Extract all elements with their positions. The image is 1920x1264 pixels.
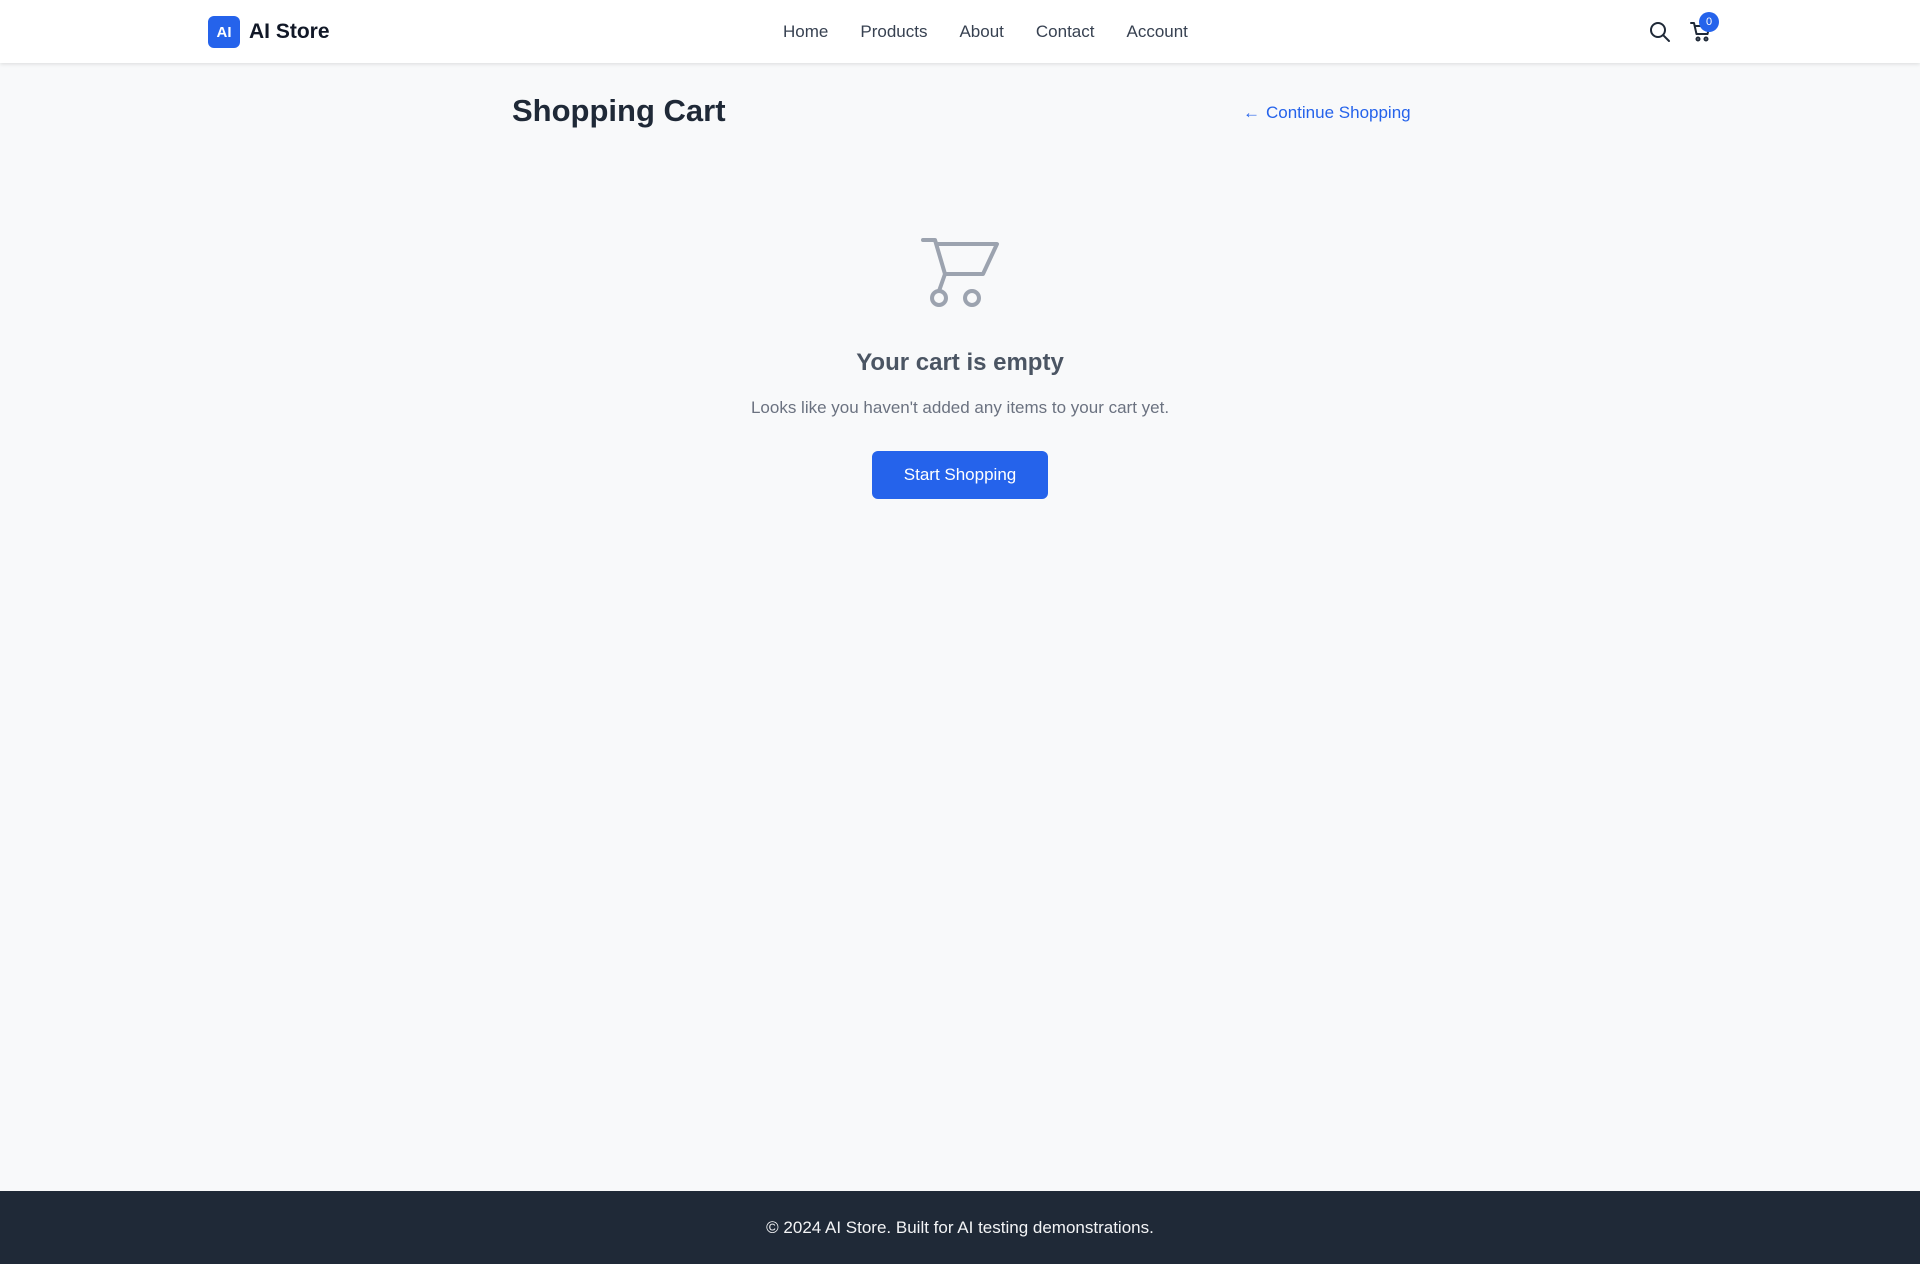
brand-logo[interactable]: AI AI Store [208,16,330,48]
empty-cart-title: Your cart is empty [856,349,1064,376]
footer: © 2024 AI Store. Built for AI testing de… [0,1191,1920,1264]
empty-cart-icon [920,236,1000,312]
nav-link-products[interactable]: Products [860,22,927,42]
navbar: AI AI Store Home Products About Contact … [0,0,1920,63]
cart-count-badge: 0 [1699,12,1719,32]
page-title: Shopping Cart [512,93,726,128]
empty-cart-message: Looks like you haven't added any items t… [750,398,1170,417]
brand-name: AI Store [249,20,330,43]
nav-link-home[interactable]: Home [783,22,828,42]
arrow-left-icon: ← [1243,103,1260,122]
nav-link-about[interactable]: About [959,22,1003,42]
search-icon[interactable] [1648,20,1672,44]
start-shopping-button[interactable]: Start Shopping [872,451,1048,499]
nav-link-contact[interactable]: Contact [1036,22,1095,42]
brand-badge: AI [208,16,240,48]
nav-link-account[interactable]: Account [1126,22,1187,42]
continue-shopping-label: Continue Shopping [1266,103,1411,122]
continue-shopping-link[interactable]: ← Continue Shopping [1243,103,1411,123]
main-nav: Home Products About Contact Account [783,0,1188,63]
footer-copyright: © 2024 AI Store. Built for AI testing de… [766,1217,1154,1237]
